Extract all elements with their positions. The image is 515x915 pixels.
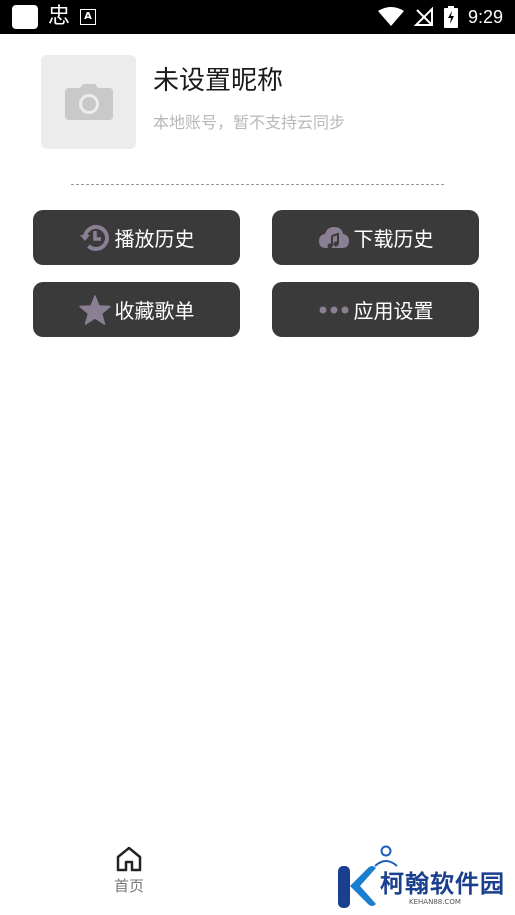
app-settings-label: 应用设置 — [353, 299, 434, 323]
play-history-label: 播放历史 — [114, 227, 195, 251]
more-dots-icon — [318, 294, 350, 326]
status-bar: 忠 A 9:29 — [0, 0, 515, 34]
download-history-button[interactable]: 下载历史 — [272, 210, 479, 265]
status-bar-right: 9:29 — [377, 5, 503, 29]
battery-charging-icon — [443, 6, 458, 28]
watermark-k-logo — [338, 866, 376, 908]
divider — [71, 184, 444, 185]
nav-home[interactable]: 首页 — [103, 845, 155, 896]
status-bar-left: 忠 A — [12, 4, 97, 29]
watermark-text: 柯翰软件园 — [380, 870, 505, 898]
notification-square-icon — [12, 5, 38, 29]
watermark: 柯翰软件园 KEHAN88.COM — [336, 862, 504, 912]
history-icon — [79, 222, 111, 254]
home-icon — [116, 846, 142, 872]
nickname[interactable]: 未设置昵称 — [153, 60, 283, 97]
account-note: 本地账号，暂不支持云同步 — [153, 113, 346, 132]
camera-icon — [64, 84, 113, 120]
play-history-button[interactable]: 播放历史 — [33, 210, 240, 265]
app-settings-button[interactable]: 应用设置 — [272, 282, 479, 337]
avatar[interactable] — [41, 55, 136, 149]
star-icon — [78, 294, 111, 326]
wifi-icon — [377, 7, 404, 26]
no-signal-icon — [413, 7, 433, 26]
download-history-label: 下载历史 — [353, 227, 434, 251]
status-time: 9:29 — [467, 6, 503, 27]
watermark-sub: KEHAN88.COM — [409, 898, 461, 906]
a-icon: A — [80, 9, 97, 25]
nav-home-label: 首页 — [113, 877, 144, 895]
cloud-music-icon — [318, 222, 350, 254]
favorites-button[interactable]: 收藏歌单 — [33, 282, 240, 337]
app-notification-icon: 忠 — [48, 4, 71, 29]
favorites-label: 收藏歌单 — [114, 299, 195, 323]
